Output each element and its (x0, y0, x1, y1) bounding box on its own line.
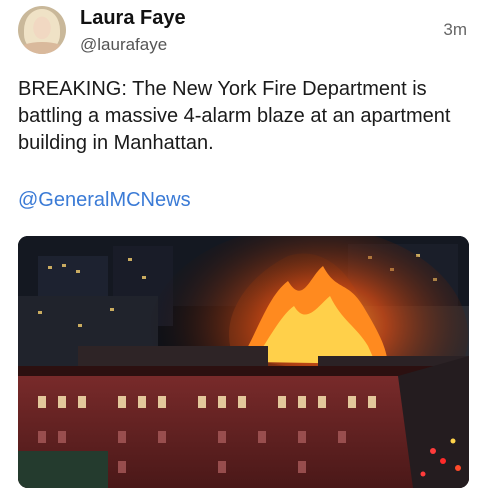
mention-link[interactable]: @GeneralMCNews (18, 189, 191, 212)
author-handle[interactable]: @laurafaye (80, 35, 167, 55)
post-image[interactable] (18, 236, 469, 488)
fire-photo-illustration (18, 236, 469, 488)
avatar-shoulder (18, 42, 66, 54)
author-name[interactable]: Laura Faye (80, 7, 186, 30)
avatar[interactable] (18, 6, 66, 54)
post-text: BREAKING: The New York Fire Department i… (18, 78, 451, 154)
post-time[interactable]: 3m (443, 20, 467, 40)
